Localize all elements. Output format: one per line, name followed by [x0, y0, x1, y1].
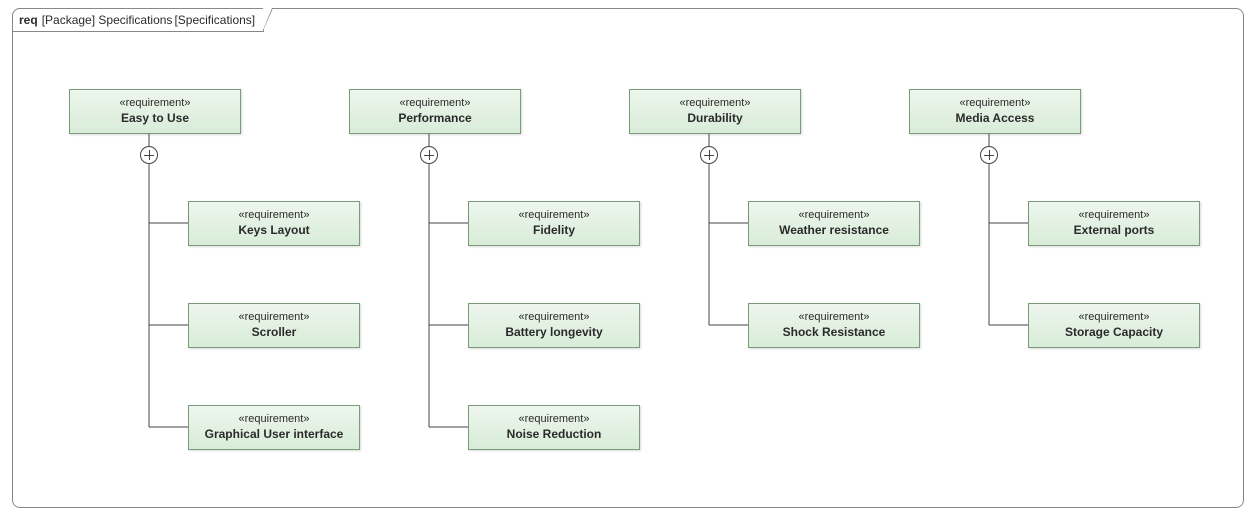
req-external-ports[interactable]: «requirement» External ports: [1028, 201, 1200, 246]
stereotype-label: «requirement»: [753, 208, 915, 222]
req-shock[interactable]: «requirement» Shock Resistance: [748, 303, 920, 348]
containment-icon: [420, 146, 438, 164]
containment-icon: [700, 146, 718, 164]
req-title: Weather resistance: [753, 222, 915, 238]
req-title: Noise Reduction: [473, 426, 635, 442]
req-fidelity[interactable]: «requirement» Fidelity: [468, 201, 640, 246]
req-title: Battery longevity: [473, 324, 635, 340]
req-keys-layout[interactable]: «requirement» Keys Layout: [188, 201, 360, 246]
diagram-frame: req [Package] Specifications [Specificat…: [12, 8, 1244, 508]
frame-view: [Specifications]: [174, 10, 255, 30]
stereotype-label: «requirement»: [193, 208, 355, 222]
req-battery[interactable]: «requirement» Battery longevity: [468, 303, 640, 348]
req-weather[interactable]: «requirement» Weather resistance: [748, 201, 920, 246]
frame-kind: req: [19, 10, 38, 30]
req-scroller[interactable]: «requirement» Scroller: [188, 303, 360, 348]
req-media-access[interactable]: «requirement» Media Access: [909, 89, 1081, 134]
stereotype-label: «requirement»: [354, 96, 516, 110]
req-title: Shock Resistance: [753, 324, 915, 340]
req-noise[interactable]: «requirement» Noise Reduction: [468, 405, 640, 450]
req-title: Keys Layout: [193, 222, 355, 238]
req-title: Graphical User interface: [193, 426, 355, 442]
req-easy-to-use[interactable]: «requirement» Easy to Use: [69, 89, 241, 134]
stereotype-label: «requirement»: [1033, 310, 1195, 324]
req-title: Durability: [634, 110, 796, 126]
req-title: Scroller: [193, 324, 355, 340]
stereotype-label: «requirement»: [634, 96, 796, 110]
frame-header: req [Package] Specifications [Specificat…: [12, 8, 264, 32]
containment-icon: [980, 146, 998, 164]
stereotype-label: «requirement»: [1033, 208, 1195, 222]
req-durability[interactable]: «requirement» Durability: [629, 89, 801, 134]
req-title: Fidelity: [473, 222, 635, 238]
stereotype-label: «requirement»: [193, 412, 355, 426]
stereotype-label: «requirement»: [193, 310, 355, 324]
req-title: External ports: [1033, 222, 1195, 238]
req-title: Easy to Use: [74, 110, 236, 126]
req-performance[interactable]: «requirement» Performance: [349, 89, 521, 134]
containment-icon: [140, 146, 158, 164]
frame-scope: [Package] Specifications: [42, 10, 173, 30]
stereotype-label: «requirement»: [473, 310, 635, 324]
stereotype-label: «requirement»: [473, 412, 635, 426]
req-title: Media Access: [914, 110, 1076, 126]
stereotype-label: «requirement»: [74, 96, 236, 110]
stereotype-label: «requirement»: [753, 310, 915, 324]
stereotype-label: «requirement»: [914, 96, 1076, 110]
req-title: Storage Capacity: [1033, 324, 1195, 340]
stereotype-label: «requirement»: [473, 208, 635, 222]
req-title: Performance: [354, 110, 516, 126]
req-gui[interactable]: «requirement» Graphical User interface: [188, 405, 360, 450]
req-storage[interactable]: «requirement» Storage Capacity: [1028, 303, 1200, 348]
